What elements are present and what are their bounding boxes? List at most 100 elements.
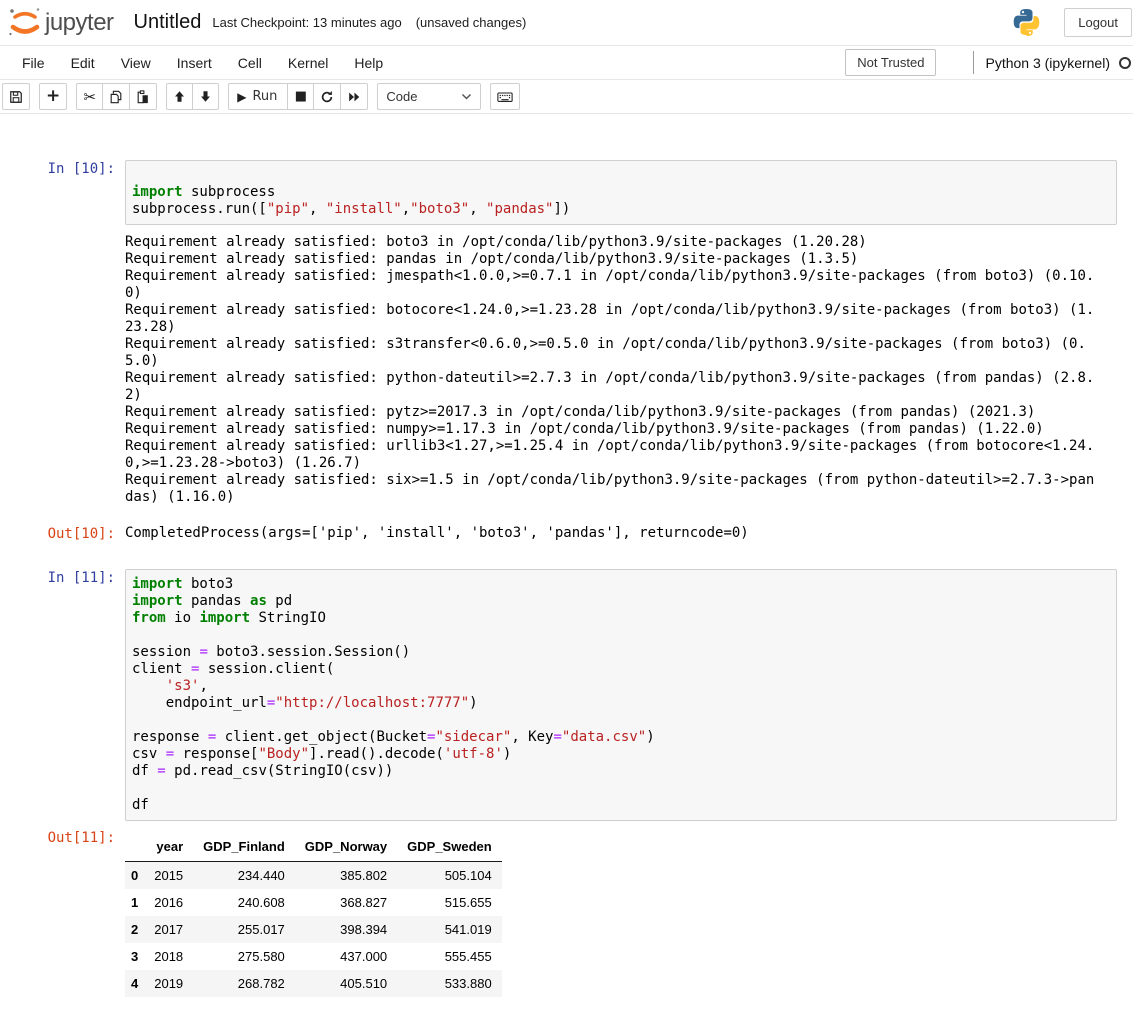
output-prompt-spacer — [0, 234, 125, 235]
notebook-area: In [10]: import subprocesssubprocess.run… — [0, 114, 1133, 997]
table-cell: 555.455 — [397, 943, 502, 970]
jupyter-logo-icon — [6, 5, 44, 41]
code-cell-1: In [10]: import subprocesssubprocess.run… — [0, 160, 1133, 225]
table-row: 22017255.017398.394541.019 — [125, 916, 502, 943]
restart-kernel-button[interactable] — [313, 83, 341, 110]
kernel-idle-icon — [1119, 57, 1131, 69]
table-cell: 505.104 — [397, 862, 502, 890]
code-line — [132, 627, 1116, 644]
run-label: Run — [252, 89, 277, 104]
table-cell: 2019 — [144, 970, 193, 997]
code-line: csv = response["Body"].read().decode('ut… — [132, 746, 1116, 763]
paste-icon — [136, 90, 150, 104]
run-button[interactable]: ▶ Run — [228, 83, 288, 110]
code-editor-1[interactable]: import subprocesssubprocess.run(["pip", … — [125, 160, 1117, 225]
move-cell-down-button[interactable] — [192, 83, 219, 110]
save-button[interactable] — [2, 83, 30, 110]
code-line — [132, 780, 1116, 797]
code-line: endpoint_url="http://localhost:7777") — [132, 695, 1116, 712]
table-cell: 275.580 — [193, 943, 295, 970]
table-row: 02015234.440385.802505.104 — [125, 862, 502, 890]
code-line: import boto3 — [132, 576, 1116, 593]
move-button-group — [166, 83, 219, 110]
menu-view[interactable]: View — [108, 47, 164, 79]
menu-help[interactable]: Help — [341, 47, 396, 79]
move-cell-up-button[interactable] — [166, 83, 193, 110]
code-line: response = client.get_object(Bucket="sid… — [132, 729, 1116, 746]
menu-cell[interactable]: Cell — [225, 47, 275, 79]
interrupt-kernel-button[interactable]: ■ — [287, 83, 314, 110]
table-row: 12016240.608368.827515.655 — [125, 889, 502, 916]
header: jupyter Untitled Last Checkpoint: 13 min… — [0, 0, 1133, 46]
input-prompt-2: In [11]: — [0, 569, 125, 587]
code-line: client = session.client( — [132, 661, 1116, 678]
out-row-2: Out[11]: yearGDP_FinlandGDP_NorwayGDP_Sw… — [0, 829, 1133, 997]
table-header-row: yearGDP_FinlandGDP_NorwayGDP_Sweden — [125, 832, 502, 862]
column-header: GDP_Finland — [193, 832, 295, 862]
dataframe-table: yearGDP_FinlandGDP_NorwayGDP_Sweden02015… — [125, 832, 502, 997]
python-logo-icon — [1011, 7, 1042, 38]
unsaved-changes-label: (unsaved changes) — [416, 15, 527, 30]
menu-bar: File Edit View Insert Cell Kernel Help N… — [0, 46, 1133, 80]
plus-icon: + — [46, 88, 60, 105]
column-header: GDP_Norway — [295, 832, 397, 862]
table-cell: 533.880 — [397, 970, 502, 997]
arrow-down-icon — [199, 90, 212, 103]
row-index: 3 — [125, 943, 144, 970]
menubar-right: Not Trusted Python 3 (ipykernel) — [845, 49, 1133, 76]
code-editor-2[interactable]: import boto3import pandas as pdfrom io i… — [125, 569, 1117, 821]
table-cell: 405.510 — [295, 970, 397, 997]
restart-run-all-button[interactable] — [340, 83, 368, 110]
table-cell: 255.017 — [193, 916, 295, 943]
cell-type-dropdown[interactable]: Code — [377, 83, 481, 110]
table-cell: 437.000 — [295, 943, 397, 970]
copy-cell-button[interactable] — [102, 83, 130, 110]
stream-output-1: Requirement already satisfied: boto3 in … — [125, 234, 1101, 506]
out-row-1: Out[10]: CompletedProcess(args=['pip', '… — [0, 525, 1133, 543]
table-cell: 2017 — [144, 916, 193, 943]
column-header: GDP_Sweden — [397, 832, 502, 862]
code-cell-2: In [11]: import boto3import pandas as pd… — [0, 569, 1133, 821]
code-line: import subprocess — [132, 184, 1116, 201]
jupyter-app: jupyter Untitled Last Checkpoint: 13 min… — [0, 0, 1133, 997]
row-index: 0 — [125, 862, 144, 890]
not-trusted-button[interactable]: Not Trusted — [845, 49, 936, 76]
chevron-down-icon — [461, 93, 472, 101]
fast-forward-icon — [347, 90, 361, 104]
table-row: 32018275.580437.000555.455 — [125, 943, 502, 970]
table-cell: 541.019 — [397, 916, 502, 943]
table-cell: 385.802 — [295, 862, 397, 890]
cell-type-value: Code — [386, 89, 417, 104]
edit-button-group: ✂ — [76, 83, 157, 110]
input-prompt-1: In [10]: — [0, 160, 125, 178]
code-line — [132, 712, 1116, 729]
jupyter-logo[interactable]: jupyter — [6, 5, 114, 41]
add-cell-button[interactable]: + — [39, 83, 67, 110]
restart-icon — [320, 90, 334, 104]
menu-edit[interactable]: Edit — [58, 47, 108, 79]
cut-cell-button[interactable]: ✂ — [76, 83, 103, 110]
menu-kernel[interactable]: Kernel — [275, 47, 341, 79]
table-cell: 515.655 — [397, 889, 502, 916]
logout-button[interactable]: Logout — [1064, 8, 1132, 37]
table-cell: 398.394 — [295, 916, 397, 943]
table-cell: 240.608 — [193, 889, 295, 916]
result-output-1: CompletedProcess(args=['pip', 'install',… — [125, 525, 749, 542]
row-index: 1 — [125, 889, 144, 916]
run-button-group: ▶ Run ■ — [228, 83, 368, 110]
scissors-icon: ✂ — [83, 88, 96, 106]
table-cell: 2018 — [144, 943, 193, 970]
command-palette-button[interactable] — [490, 83, 520, 110]
output-prompt-1: Out[10]: — [0, 525, 125, 543]
column-header: year — [144, 832, 193, 862]
paste-cell-button[interactable] — [129, 83, 157, 110]
row-index: 2 — [125, 916, 144, 943]
menu-file[interactable]: File — [9, 47, 58, 79]
kernel-separator — [973, 51, 974, 74]
save-icon — [9, 90, 23, 104]
row-index: 4 — [125, 970, 144, 997]
table-row: 42019268.782405.510533.880 — [125, 970, 502, 997]
code-line: import pandas as pd — [132, 593, 1116, 610]
notebook-title[interactable]: Untitled — [134, 11, 202, 34]
menu-insert[interactable]: Insert — [164, 47, 225, 79]
